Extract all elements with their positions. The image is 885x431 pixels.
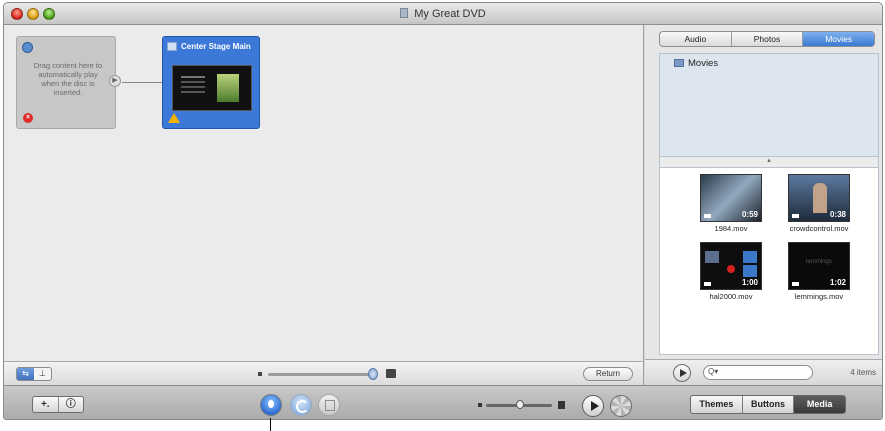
volume-low-icon	[478, 403, 482, 407]
view-mode-toggle[interactable]: ⇆ ⊥	[16, 367, 52, 381]
volume-high-icon	[558, 401, 565, 409]
add-info-buttons: +. ⓘ	[32, 396, 84, 413]
callout-line	[270, 418, 271, 431]
movie-duration: 1:00	[741, 278, 758, 287]
preview-play-button[interactable]	[673, 364, 691, 382]
media-type-tabs: Audio Photos Movies	[659, 31, 875, 47]
zoom-slider-knob[interactable]	[368, 368, 378, 380]
connector-line	[122, 82, 162, 83]
movies-folder-icon	[674, 59, 684, 67]
play-icon[interactable]	[582, 395, 604, 417]
source-item-movies[interactable]: Movies	[674, 58, 718, 69]
movie-camera-icon	[792, 282, 799, 286]
document-icon	[400, 8, 409, 18]
window-title-text: My Great DVD	[414, 8, 486, 20]
movie-filename: 1984.mov	[714, 224, 748, 233]
disc-icon	[22, 42, 33, 53]
movie-filename: crowdcontrol.mov	[789, 224, 849, 233]
movie-filename: hal2000.mov	[709, 292, 753, 301]
zoom-large-icon	[386, 369, 396, 378]
movie-camera-icon	[792, 214, 799, 218]
return-button[interactable]: Return	[583, 367, 633, 381]
source-item-label: Movies	[688, 58, 719, 69]
movie-camera-icon	[704, 214, 711, 218]
tab-themes[interactable]: Themes	[691, 396, 743, 413]
remove-icon[interactable]: ×	[23, 113, 33, 123]
app-window: My Great DVD Drag content here to automa…	[3, 2, 883, 420]
movie-thumbnail: 0:38	[788, 174, 850, 222]
window-title: My Great DVD	[4, 8, 882, 20]
info-button[interactable]: ⓘ	[59, 397, 84, 412]
movie-thumbnail: lemmings 1:02	[788, 242, 850, 290]
map-canvas[interactable]: Drag content here to automatically play …	[4, 25, 644, 361]
burn-icon[interactable]	[318, 394, 340, 416]
media-item[interactable]: lemmings 1:02 lemmings.mov	[784, 242, 854, 301]
movie-camera-icon	[704, 282, 711, 286]
main-menu-node[interactable]: Center Stage Main	[162, 36, 260, 129]
media-grid: 0:59 1984.mov 0:38 crowdcontrol.mov 1:00…	[659, 167, 879, 355]
media-panel-bar: Q▾ 4 items	[645, 359, 882, 385]
menu-text-lines	[181, 76, 205, 78]
volume-slider-knob[interactable]	[516, 400, 524, 409]
canvas-control-bar: ⇆ ⊥ Return	[4, 361, 644, 385]
pane-view-tabs: Themes Buttons Media	[690, 395, 846, 414]
movie-thumbnail: 0:59	[700, 174, 762, 222]
map-list-view-icon[interactable]: ⇆	[17, 368, 34, 380]
movie-overlay-text: lemmings	[806, 259, 832, 265]
zoom-slider[interactable]	[268, 373, 378, 376]
source-list[interactable]: Movies	[659, 53, 879, 157]
connector-arrow-icon[interactable]: ▶	[109, 75, 121, 87]
tab-media[interactable]: Media	[794, 396, 845, 413]
zoom-small-icon	[258, 372, 262, 376]
media-item[interactable]: 1:00 hal2000.mov	[696, 242, 766, 301]
menu-drop-zone-preview	[217, 74, 239, 102]
add-button[interactable]: +.	[33, 397, 59, 412]
movie-filename: lemmings.mov	[794, 292, 844, 301]
search-input[interactable]	[722, 367, 808, 378]
tab-audio[interactable]: Audio	[660, 32, 732, 46]
media-browser-panel: Audio Photos Movies Movies ▴ 0:59 1984.m…	[645, 25, 882, 385]
tab-photos[interactable]: Photos	[732, 32, 804, 46]
hierarchy-view-icon[interactable]: ⊥	[34, 368, 51, 380]
movie-duration: 1:02	[829, 278, 846, 287]
movie-duration: 0:59	[741, 210, 758, 219]
item-count: 4 items	[850, 368, 876, 377]
main-menu-thumbnail	[172, 65, 252, 111]
tab-buttons[interactable]: Buttons	[743, 396, 795, 413]
search-icon: Q▾	[708, 367, 719, 376]
movie-duration: 0:38	[829, 210, 846, 219]
media-item[interactable]: 0:38 crowdcontrol.mov	[784, 174, 854, 233]
map-view-icon[interactable]	[260, 394, 282, 416]
menu-icon	[167, 42, 177, 51]
media-item[interactable]: 0:59 1984.mov	[696, 174, 766, 233]
movie-thumbnail: 1:00	[700, 242, 762, 290]
warning-icon[interactable]	[168, 113, 180, 123]
tab-movies[interactable]: Movies	[803, 32, 874, 46]
first-play-text: Drag content here to automatically play …	[33, 61, 103, 97]
media-search[interactable]: Q▾	[703, 365, 813, 380]
panel-splitter[interactable]: ▴	[659, 157, 879, 167]
burn-disc-icon[interactable]	[610, 395, 632, 417]
motion-icon[interactable]	[290, 394, 312, 416]
bottom-toolbar: +. ⓘ Themes Buttons Media	[4, 385, 882, 419]
main-menu-label: Center Stage Main	[181, 42, 251, 51]
first-play-drop-zone[interactable]: Drag content here to automatically play …	[16, 36, 121, 129]
title-bar[interactable]: My Great DVD	[4, 3, 882, 25]
